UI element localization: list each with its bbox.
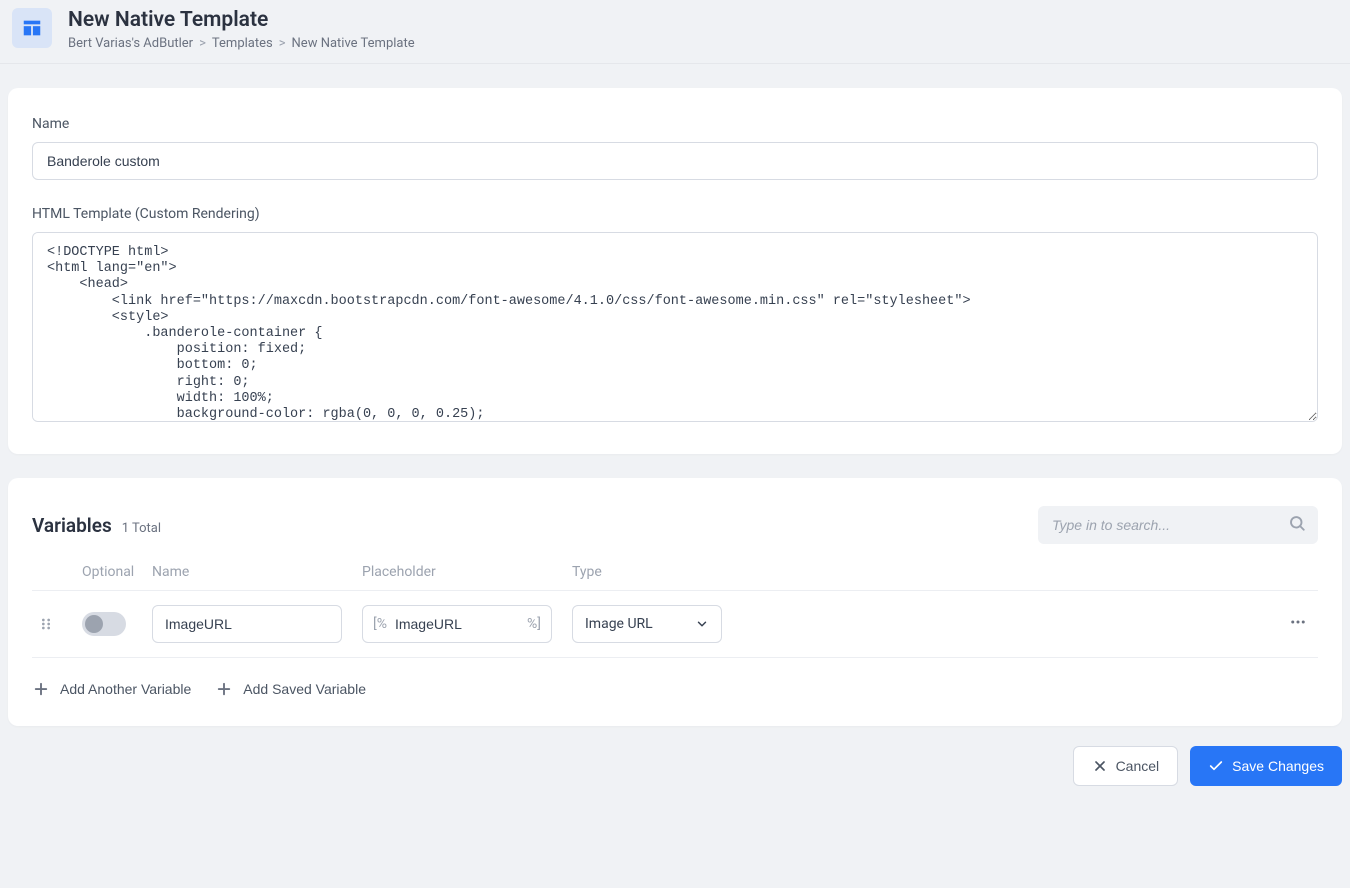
cancel-button[interactable]: Cancel [1073,746,1179,786]
save-button[interactable]: Save Changes [1190,746,1342,786]
search-icon [1288,514,1306,536]
name-input[interactable] [32,142,1318,180]
template-form-card: Name HTML Template (Custom Rendering) [8,88,1342,454]
placeholder-field: [% %] [362,605,552,643]
close-icon [1092,758,1108,774]
layout-icon [21,17,43,39]
plus-icon [215,680,233,698]
breadcrumb-templates[interactable]: Templates [212,36,273,51]
breadcrumb: Bert Varias's AdButler > Templates > New… [68,36,415,51]
add-saved-variable-button[interactable]: Add Saved Variable [215,680,366,698]
col-type: Type [572,564,722,580]
variables-title: Variables [32,514,112,537]
chevron-right-icon: > [199,36,206,51]
placeholder-input[interactable] [395,616,519,632]
html-template-label: HTML Template (Custom Rendering) [32,206,1318,222]
breadcrumb-root[interactable]: Bert Varias's AdButler [68,36,193,51]
chevron-right-icon: > [279,36,286,51]
variables-table-header: Optional Name Placeholder Type [32,564,1318,591]
optional-toggle[interactable] [82,612,126,636]
col-placeholder: Placeholder [362,564,572,580]
add-another-label: Add Another Variable [60,681,191,697]
col-optional: Optional [82,564,152,580]
html-template-textarea[interactable] [32,232,1318,422]
variable-name-input[interactable] [152,605,342,643]
variables-card: Variables 1 Total Optional Name Placehol… [8,478,1342,726]
search-input[interactable] [1038,506,1318,544]
save-label: Save Changes [1232,758,1324,774]
add-another-variable-button[interactable]: Add Another Variable [32,680,191,698]
plus-icon [32,680,50,698]
page-footer: Cancel Save Changes [0,726,1350,798]
cancel-label: Cancel [1116,758,1160,774]
row-more-icon[interactable] [1278,613,1318,635]
table-row: [% %] Image URL [32,591,1318,658]
add-saved-label: Add Saved Variable [243,681,366,697]
variables-count: 1 Total [122,521,161,536]
placeholder-suffix: %] [527,616,541,632]
name-label: Name [32,116,1318,132]
type-select-value: Image URL [585,616,653,632]
chevron-down-icon [695,617,709,631]
check-icon [1208,758,1224,774]
variables-search [1038,506,1318,544]
drag-handle-icon[interactable] [32,616,82,632]
col-name: Name [152,564,362,580]
breadcrumb-current: New Native Template [292,36,415,51]
placeholder-prefix: [% [373,616,387,632]
page-header: New Native Template Bert Varias's AdButl… [0,0,1350,64]
template-icon [12,8,52,48]
page-title: New Native Template [68,8,415,32]
type-select[interactable]: Image URL [572,605,722,643]
